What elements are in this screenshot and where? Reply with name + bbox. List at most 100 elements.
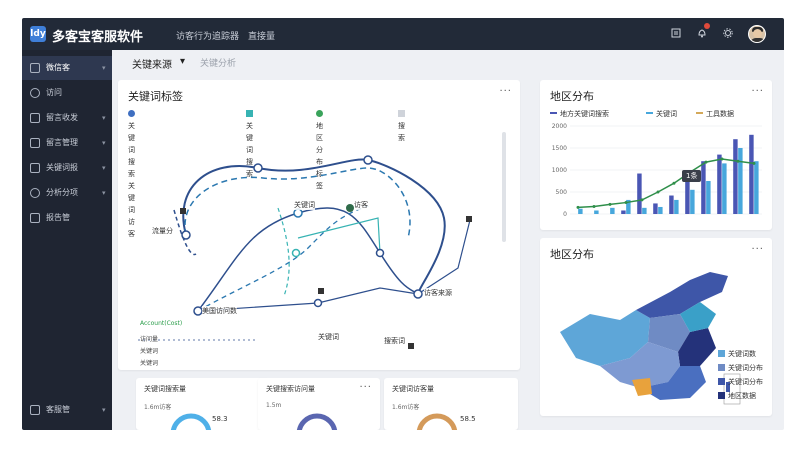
legend-item[interactable]: 关键词分布 bbox=[718, 376, 772, 388]
line-point bbox=[656, 190, 660, 194]
side-note: 关键词 bbox=[140, 348, 159, 355]
mini-card-title: 关键词搜索量 bbox=[144, 385, 186, 393]
settings-icon[interactable] bbox=[722, 28, 734, 40]
card-title: 关键词标签 bbox=[128, 90, 183, 103]
side-note-green: Account(Cost) bbox=[140, 320, 183, 327]
node-label: 美国访问数 bbox=[202, 306, 237, 316]
node-label: 搜索词 bbox=[384, 336, 405, 346]
sidebar-item-label: 报告管 bbox=[46, 213, 70, 222]
mini-card-title: 关键搜索访问量 bbox=[266, 385, 315, 393]
sidebar-item-wechat[interactable]: 微信客 ▾ bbox=[22, 56, 112, 80]
region-map-card: 地区分布 ··· 关键词数 关键词分布 关键词分布 地区数据 bbox=[540, 238, 772, 416]
line-point bbox=[736, 159, 740, 163]
mini-stat-card: 关键搜索访问量 1.5m ··· bbox=[258, 378, 380, 430]
chart-icon bbox=[30, 188, 40, 198]
nav-link-visitor-tracking[interactable]: 访客行为追踪器 bbox=[176, 29, 239, 42]
sidebar-item-label: 客服管 bbox=[46, 405, 70, 414]
bar bbox=[722, 163, 727, 214]
y-tick-label: 500 bbox=[556, 189, 568, 196]
bar bbox=[578, 208, 583, 214]
tab-keyword-source[interactable]: 关键来源 bbox=[132, 56, 172, 71]
line-point bbox=[592, 205, 596, 209]
sidebar: 微信客 ▾ 访问 留言收发 ▾ 留言管理 ▾ 关键词报 ▾ 分析分项 ▾ 报告管… bbox=[22, 50, 112, 430]
bar bbox=[717, 154, 722, 214]
more-icon[interactable]: ··· bbox=[751, 244, 764, 255]
donut-chart bbox=[170, 413, 212, 430]
legend-item[interactable]: 关键词分布 bbox=[718, 362, 772, 374]
tab-keyword-analysis[interactable]: 关键分析 bbox=[200, 56, 236, 69]
sidebar-item-service[interactable]: 客服管 ▾ bbox=[22, 398, 112, 422]
sidebar-item-label: 关键词报 bbox=[46, 163, 78, 172]
sidebar-item-reports[interactable]: 报告管 bbox=[22, 206, 112, 230]
bar-legend: 地方关键词搜索 关键词 工具数据 bbox=[550, 108, 770, 120]
network-path bbox=[182, 158, 446, 295]
menu-icon bbox=[30, 63, 40, 73]
trend-line bbox=[577, 158, 755, 209]
bar bbox=[674, 199, 679, 214]
side-note: 访问量 bbox=[140, 336, 159, 343]
bar bbox=[690, 189, 695, 214]
keyword-network-graph bbox=[138, 155, 472, 349]
bar bbox=[754, 161, 759, 214]
network-node bbox=[181, 230, 191, 240]
sidebar-item-analysis[interactable]: 分析分项 ▾ bbox=[22, 181, 112, 205]
map-region bbox=[636, 272, 728, 318]
line-point bbox=[624, 201, 628, 205]
line-point bbox=[576, 205, 580, 209]
card-title: 地区分布 bbox=[550, 90, 594, 103]
sidebar-item-visits[interactable]: 访问 bbox=[22, 81, 112, 105]
network-node bbox=[253, 163, 263, 173]
nav-link-direct[interactable]: 直接量 bbox=[248, 29, 275, 42]
network-node bbox=[293, 208, 303, 218]
node-label: 关键词 bbox=[318, 332, 339, 342]
bar bbox=[637, 173, 642, 214]
node-label: 关键词 bbox=[294, 200, 315, 210]
y-tick-label: 0 bbox=[563, 211, 567, 218]
tab-bar: 关键来源 ▾ 关键分析 bbox=[118, 52, 778, 76]
sidebar-item-message-manage[interactable]: 留言管理 ▾ bbox=[22, 131, 112, 155]
bell-icon[interactable] bbox=[696, 28, 708, 40]
document-icon[interactable] bbox=[670, 28, 682, 40]
network-path bbox=[277, 207, 290, 297]
bar bbox=[621, 210, 626, 214]
message-icon bbox=[30, 113, 40, 123]
line-point bbox=[640, 198, 644, 202]
main-content: 关键来源 ▾ 关键分析 关键词标签 ··· 关键词搜索关键词访客 关键词搜索 地… bbox=[118, 52, 778, 430]
sidebar-item-label: 分析分项 bbox=[46, 188, 78, 197]
avatar[interactable] bbox=[748, 25, 766, 43]
sidebar-item-label: 访问 bbox=[46, 88, 62, 97]
bar bbox=[738, 148, 743, 214]
legend-item[interactable]: 工具数据 bbox=[696, 108, 734, 120]
region-bar-chart: 0 500 1000 1500 2000 bbox=[552, 123, 762, 218]
bar bbox=[594, 210, 599, 214]
legend-item[interactable]: 关键词 bbox=[646, 108, 677, 120]
sidebar-item-messages[interactable]: 留言收发 ▾ bbox=[22, 106, 112, 130]
legend-item[interactable]: 地区数据 bbox=[718, 390, 772, 402]
y-tick-label: 1500 bbox=[552, 145, 567, 152]
more-icon[interactable]: ··· bbox=[751, 86, 764, 97]
legend-item[interactable]: 地方关键词搜索 bbox=[550, 108, 609, 120]
more-icon[interactable]: ··· bbox=[359, 382, 372, 393]
bar bbox=[733, 139, 738, 214]
scrollbar[interactable] bbox=[502, 132, 506, 242]
network-path bbox=[197, 205, 369, 312]
report-icon bbox=[30, 213, 40, 223]
mini-card-value: 58.3 bbox=[212, 415, 228, 423]
network-path bbox=[297, 217, 381, 254]
top-bar: ldy 多客宝客服软件 访客行为追踪器 直接量 bbox=[22, 18, 784, 50]
app-logo: ldy bbox=[30, 26, 46, 42]
sidebar-item-keywords[interactable]: 关键词报 ▾ bbox=[22, 156, 112, 180]
mini-card-value: 58.5 bbox=[460, 415, 476, 423]
line-point bbox=[608, 202, 612, 206]
bar bbox=[610, 207, 615, 214]
node-label: 流量分 bbox=[152, 226, 173, 236]
sidebar-item-label: 留言管理 bbox=[46, 138, 78, 147]
y-tick-label: 1000 bbox=[552, 167, 567, 174]
legend-item[interactable]: 关键词数 bbox=[718, 348, 772, 360]
bar bbox=[653, 203, 658, 214]
chevron-down-icon: ▾ bbox=[102, 64, 106, 72]
chevron-down-icon[interactable]: ▾ bbox=[180, 56, 185, 67]
map-legend: 关键词数 关键词分布 关键词分布 地区数据 bbox=[718, 348, 772, 402]
sidebar-item-label: 留言收发 bbox=[46, 113, 78, 122]
more-icon[interactable]: ··· bbox=[499, 86, 512, 97]
